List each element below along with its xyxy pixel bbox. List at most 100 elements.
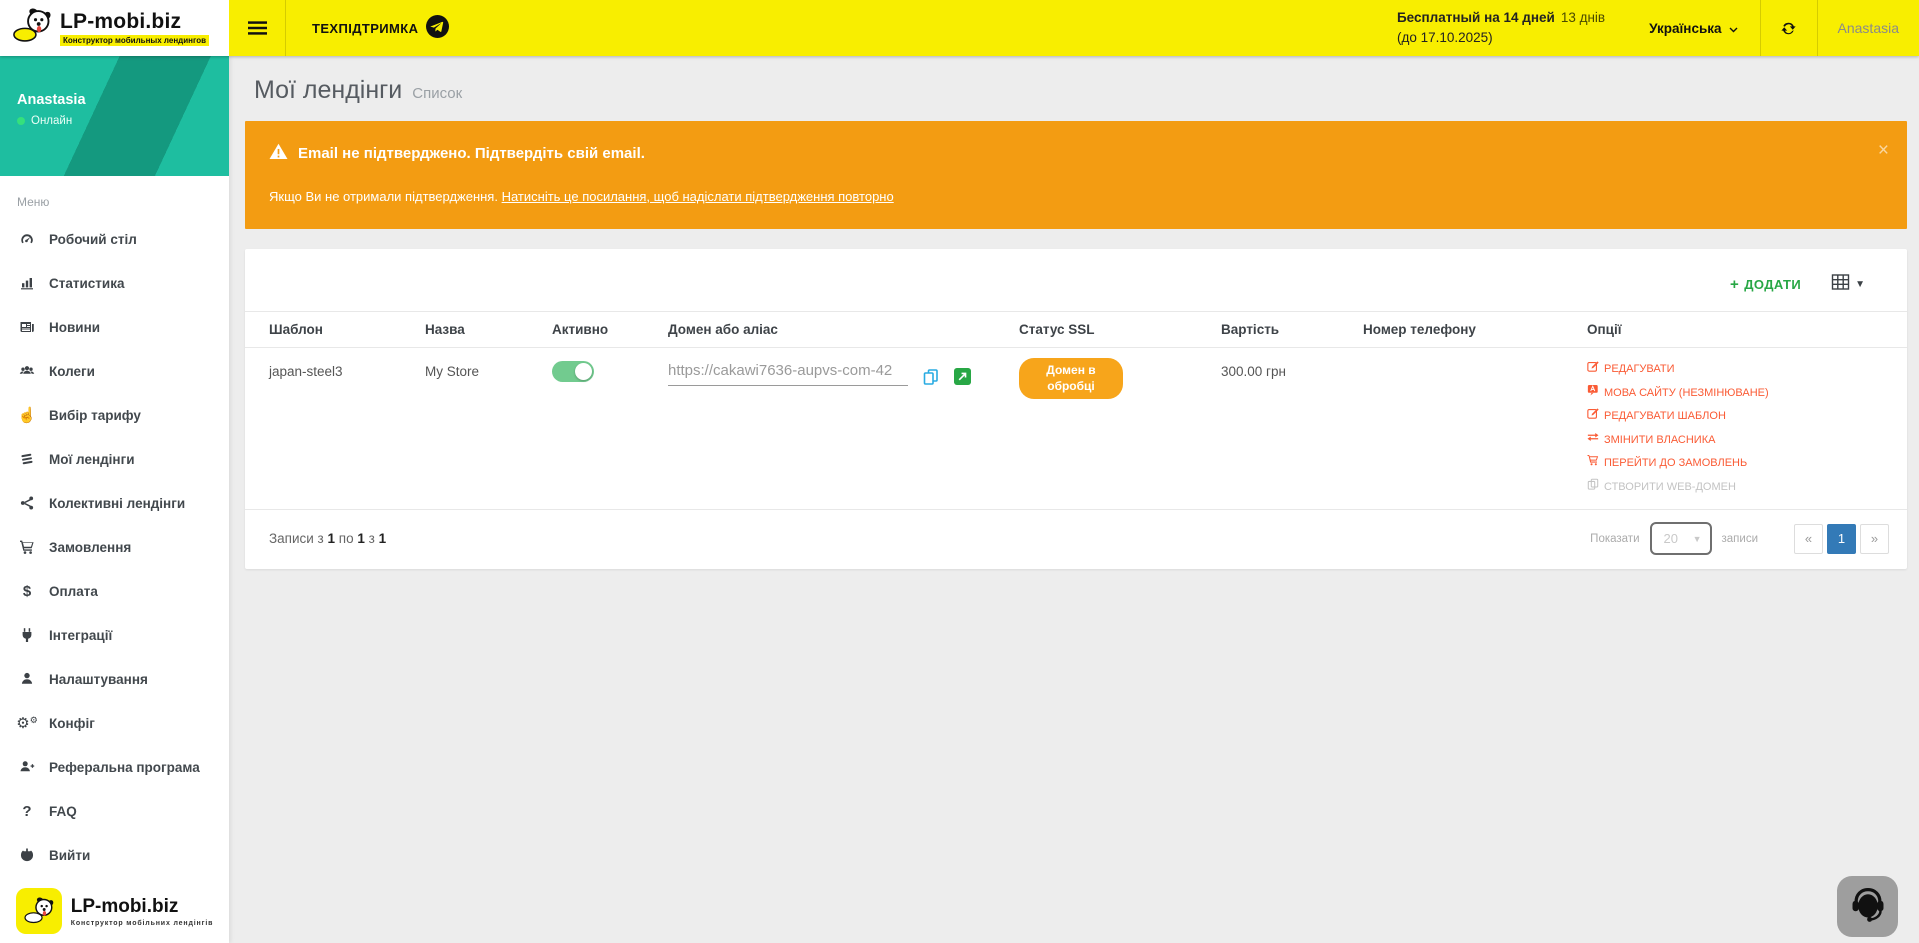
cell-template: japan-steel3 xyxy=(261,348,417,509)
sidebar-footer-logo[interactable]: LP-mobi.biz Конструктор мобільних лендін… xyxy=(0,879,229,943)
option-change-owner[interactable]: ЗМІНИТИ ВЛАСНИКА xyxy=(1587,429,1891,453)
sidebar-item-referral[interactable]: Реферальна програма xyxy=(0,745,229,789)
language-label: Українська xyxy=(1649,21,1721,36)
language-icon xyxy=(1587,382,1599,406)
sidebar-item-my-landings[interactable]: Мої лендінги xyxy=(0,437,229,481)
copy-icon[interactable] xyxy=(922,368,940,389)
user-plus-icon xyxy=(17,759,37,775)
close-icon[interactable]: × xyxy=(1878,141,1889,160)
sidebar-item-payment[interactable]: $ Оплата xyxy=(0,569,229,613)
gears-icon: ⚙⚙ xyxy=(17,716,37,731)
sidebar-item-config[interactable]: ⚙⚙ Конфіг xyxy=(0,701,229,745)
external-link-icon[interactable] xyxy=(954,368,971,388)
col-domain: Домен або аліас xyxy=(660,312,1011,347)
sidebar-item-news[interactable]: Новини xyxy=(0,305,229,349)
trial-days-left: 13 днів xyxy=(1561,10,1605,25)
power-icon xyxy=(17,847,37,863)
option-go-to-orders[interactable]: ПЕРЕЙТИ ДО ЗАМОВЛЕНЬ xyxy=(1587,452,1891,476)
orders-cart-icon xyxy=(1587,452,1599,476)
sidebar: Anastasia Онлайн Меню Робочий стіл Стати… xyxy=(0,56,229,943)
add-landing-button[interactable]: + ДОДАТИ xyxy=(1730,276,1801,293)
sidebar-item-colleagues[interactable]: Колеги xyxy=(0,349,229,393)
table-grid-icon xyxy=(1831,274,1850,295)
cell-options: РЕДАГУВАТИ МОВА САЙТУ (НЕЗМІНЮВАНЕ) РЕДА… xyxy=(1579,348,1899,509)
prev-page-button[interactable]: « xyxy=(1794,524,1823,554)
sidebar-nav: Робочий стіл Статистика Новини Колеги ☝ … xyxy=(0,217,229,877)
caret-down-icon: ▼ xyxy=(1693,534,1702,544)
sidebar-item-collective-landings[interactable]: Колективні лендінги xyxy=(0,481,229,525)
email-warning-banner: Email не підтверджено. Підтвердіть свій … xyxy=(245,121,1907,229)
landings-table: Шаблон Назва Активно Домен або аліас Ста… xyxy=(245,311,1907,510)
page-size-select[interactable]: 20 ▼ xyxy=(1650,522,1712,555)
top-bar: LP-mobi.biz Конструктор мобильных лендин… xyxy=(0,0,1919,56)
alert-text: Якщо Ви не отримали підтвердження. xyxy=(269,189,498,204)
col-name: Назва xyxy=(417,312,544,347)
panel-toolbar: + ДОДАТИ ▼ xyxy=(245,249,1907,311)
domain-input[interactable] xyxy=(668,360,908,386)
page-head: Мої лендінги Список xyxy=(254,76,1907,105)
top-bar-yellow: ТЕХПІДТРИМКА Бесплатный на 14 дней 13 дні… xyxy=(229,0,1919,56)
plug-icon xyxy=(17,627,37,643)
menu-section-label: Меню xyxy=(17,195,229,209)
support-chat-button[interactable] xyxy=(1837,876,1898,937)
col-active: Активно xyxy=(544,312,660,347)
question-icon: ? xyxy=(17,804,37,819)
brand-title: LP-mobi.biz xyxy=(60,10,209,34)
column-settings-button[interactable]: ▼ xyxy=(1831,274,1865,295)
option-edit-template[interactable]: РЕДАГУВАТИ ШАБЛОН xyxy=(1587,405,1891,429)
ssl-status-badge: Домен в обробці xyxy=(1019,358,1123,399)
col-template: Шаблон xyxy=(261,312,417,347)
plus-icon: + xyxy=(1730,276,1739,293)
language-selector[interactable]: Українська xyxy=(1627,0,1759,56)
hamburger-menu-icon[interactable] xyxy=(229,0,285,56)
alert-title: Email не підтверджено. Підтвердіть свій … xyxy=(298,145,645,162)
sidebar-item-dashboard[interactable]: Робочий стіл xyxy=(0,217,229,261)
refresh-icon[interactable] xyxy=(1761,0,1817,56)
exchange-icon xyxy=(1587,429,1599,453)
option-edit[interactable]: РЕДАГУВАТИ xyxy=(1587,358,1891,382)
tariff-hand-icon: ☝ xyxy=(17,408,37,423)
brand-tagline: Конструктор мобильных лендингов xyxy=(60,35,209,46)
col-ssl: Статус SSL xyxy=(1011,312,1213,347)
landings-panel: + ДОДАТИ ▼ Шаблон Назва Активно Домен аб… xyxy=(245,249,1907,569)
next-page-button[interactable]: » xyxy=(1860,524,1889,554)
page-title: Мої лендінги xyxy=(254,76,402,105)
trial-info: Бесплатный на 14 дней13 днів (до 17.10.2… xyxy=(1397,0,1627,56)
sidebar-item-statistics[interactable]: Статистика xyxy=(0,261,229,305)
sidebar-item-settings[interactable]: Налаштування xyxy=(0,657,229,701)
status-label: Онлайн xyxy=(31,115,72,127)
support-button[interactable]: ТЕХПІДТРИМКА xyxy=(286,0,475,56)
chevron-down-icon xyxy=(1729,21,1738,36)
table-row: japan-steel3 My Store xyxy=(245,348,1907,510)
dog-mascot-icon xyxy=(16,888,62,934)
sidebar-item-faq[interactable]: ? FAQ xyxy=(0,789,229,833)
sidebar-item-logout[interactable]: Вийти xyxy=(0,833,229,877)
sidebar-item-integrations[interactable]: Інтеграції xyxy=(0,613,229,657)
spacer xyxy=(475,0,1397,56)
cell-domain xyxy=(660,348,1011,509)
sidebar-item-orders[interactable]: Замовлення xyxy=(0,525,229,569)
main-content: Мої лендінги Список Email не підтверджен… xyxy=(229,56,1919,943)
brand-logo[interactable]: LP-mobi.biz Конструктор мобильных лендин… xyxy=(0,0,229,56)
footer-brand-title: LP-mobi.biz xyxy=(71,896,214,918)
option-site-language[interactable]: МОВА САЙТУ (НЕЗМІНЮВАНЕ) xyxy=(1587,382,1891,406)
headset-icon xyxy=(1848,884,1888,929)
page-1-button[interactable]: 1 xyxy=(1827,524,1856,554)
option-create-web-domain: СТВОРИТИ WEB-ДОМЕН xyxy=(1587,476,1891,500)
trial-plan: Бесплатный на 14 дней xyxy=(1397,10,1555,25)
col-price: Вартість xyxy=(1213,312,1355,347)
sidebar-item-tariff[interactable]: ☝ Вибір тарифу xyxy=(0,393,229,437)
warning-triangle-icon xyxy=(269,143,288,164)
colleagues-icon xyxy=(17,363,37,379)
news-icon xyxy=(17,319,37,335)
stats-icon xyxy=(17,275,37,291)
header-username[interactable]: Anastasia xyxy=(1818,0,1919,56)
active-toggle[interactable] xyxy=(552,361,594,382)
records-label: записи xyxy=(1722,533,1759,545)
telegram-icon xyxy=(426,15,449,41)
resend-confirmation-link[interactable]: Натисніть це посилання, щоб надіслати пі… xyxy=(502,189,894,204)
cell-active xyxy=(544,348,660,509)
show-label: Показати xyxy=(1590,533,1639,545)
cell-price: 300.00 грн xyxy=(1213,348,1355,509)
dashboard-icon xyxy=(17,231,37,247)
